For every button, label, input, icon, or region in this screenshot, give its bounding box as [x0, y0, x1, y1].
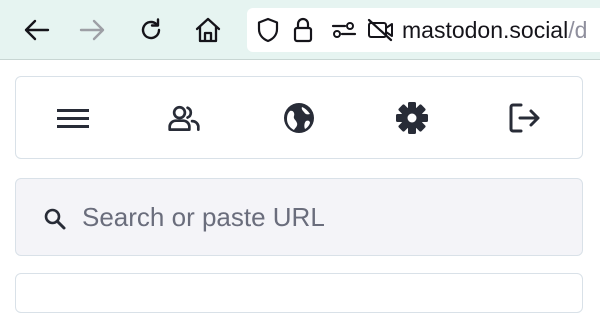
url-text: mastodon.social/d: [402, 18, 587, 42]
preferences-button[interactable]: [395, 101, 429, 135]
arrow-right-icon: [79, 19, 105, 41]
no-camera-icon[interactable]: [366, 18, 394, 42]
menu-button[interactable]: [56, 101, 90, 135]
federated-timeline-button[interactable]: [282, 101, 316, 135]
browser-toolbar: mastodon.social/d: [0, 0, 600, 60]
menu-icon: [57, 109, 89, 128]
search-input[interactable]: [82, 197, 562, 237]
people-icon: [168, 105, 200, 131]
permissions-icon[interactable]: [331, 20, 357, 40]
url-host: mastodon.social: [402, 17, 569, 43]
search-icon: [44, 208, 66, 230]
reload-button[interactable]: [133, 11, 169, 49]
search-box[interactable]: [15, 178, 583, 256]
url-path: /d: [568, 17, 588, 43]
back-button[interactable]: [18, 11, 54, 49]
page-content: [0, 60, 600, 313]
home-button[interactable]: [190, 11, 226, 49]
logout-button[interactable]: [508, 101, 542, 135]
arrow-left-icon: [24, 19, 50, 41]
globe-icon: [284, 103, 314, 133]
logout-icon: [509, 103, 540, 133]
url-bar[interactable]: mastodon.social/d: [247, 8, 600, 52]
content-panel: [15, 273, 583, 313]
shield-icon[interactable]: [256, 17, 280, 43]
lock-icon[interactable]: [292, 17, 314, 43]
follow-requests-button[interactable]: [167, 101, 201, 135]
forward-button[interactable]: [75, 11, 111, 49]
home-icon: [195, 17, 221, 43]
navigation-panel: [15, 76, 583, 159]
gear-icon: [396, 102, 428, 134]
reload-icon: [141, 18, 161, 40]
